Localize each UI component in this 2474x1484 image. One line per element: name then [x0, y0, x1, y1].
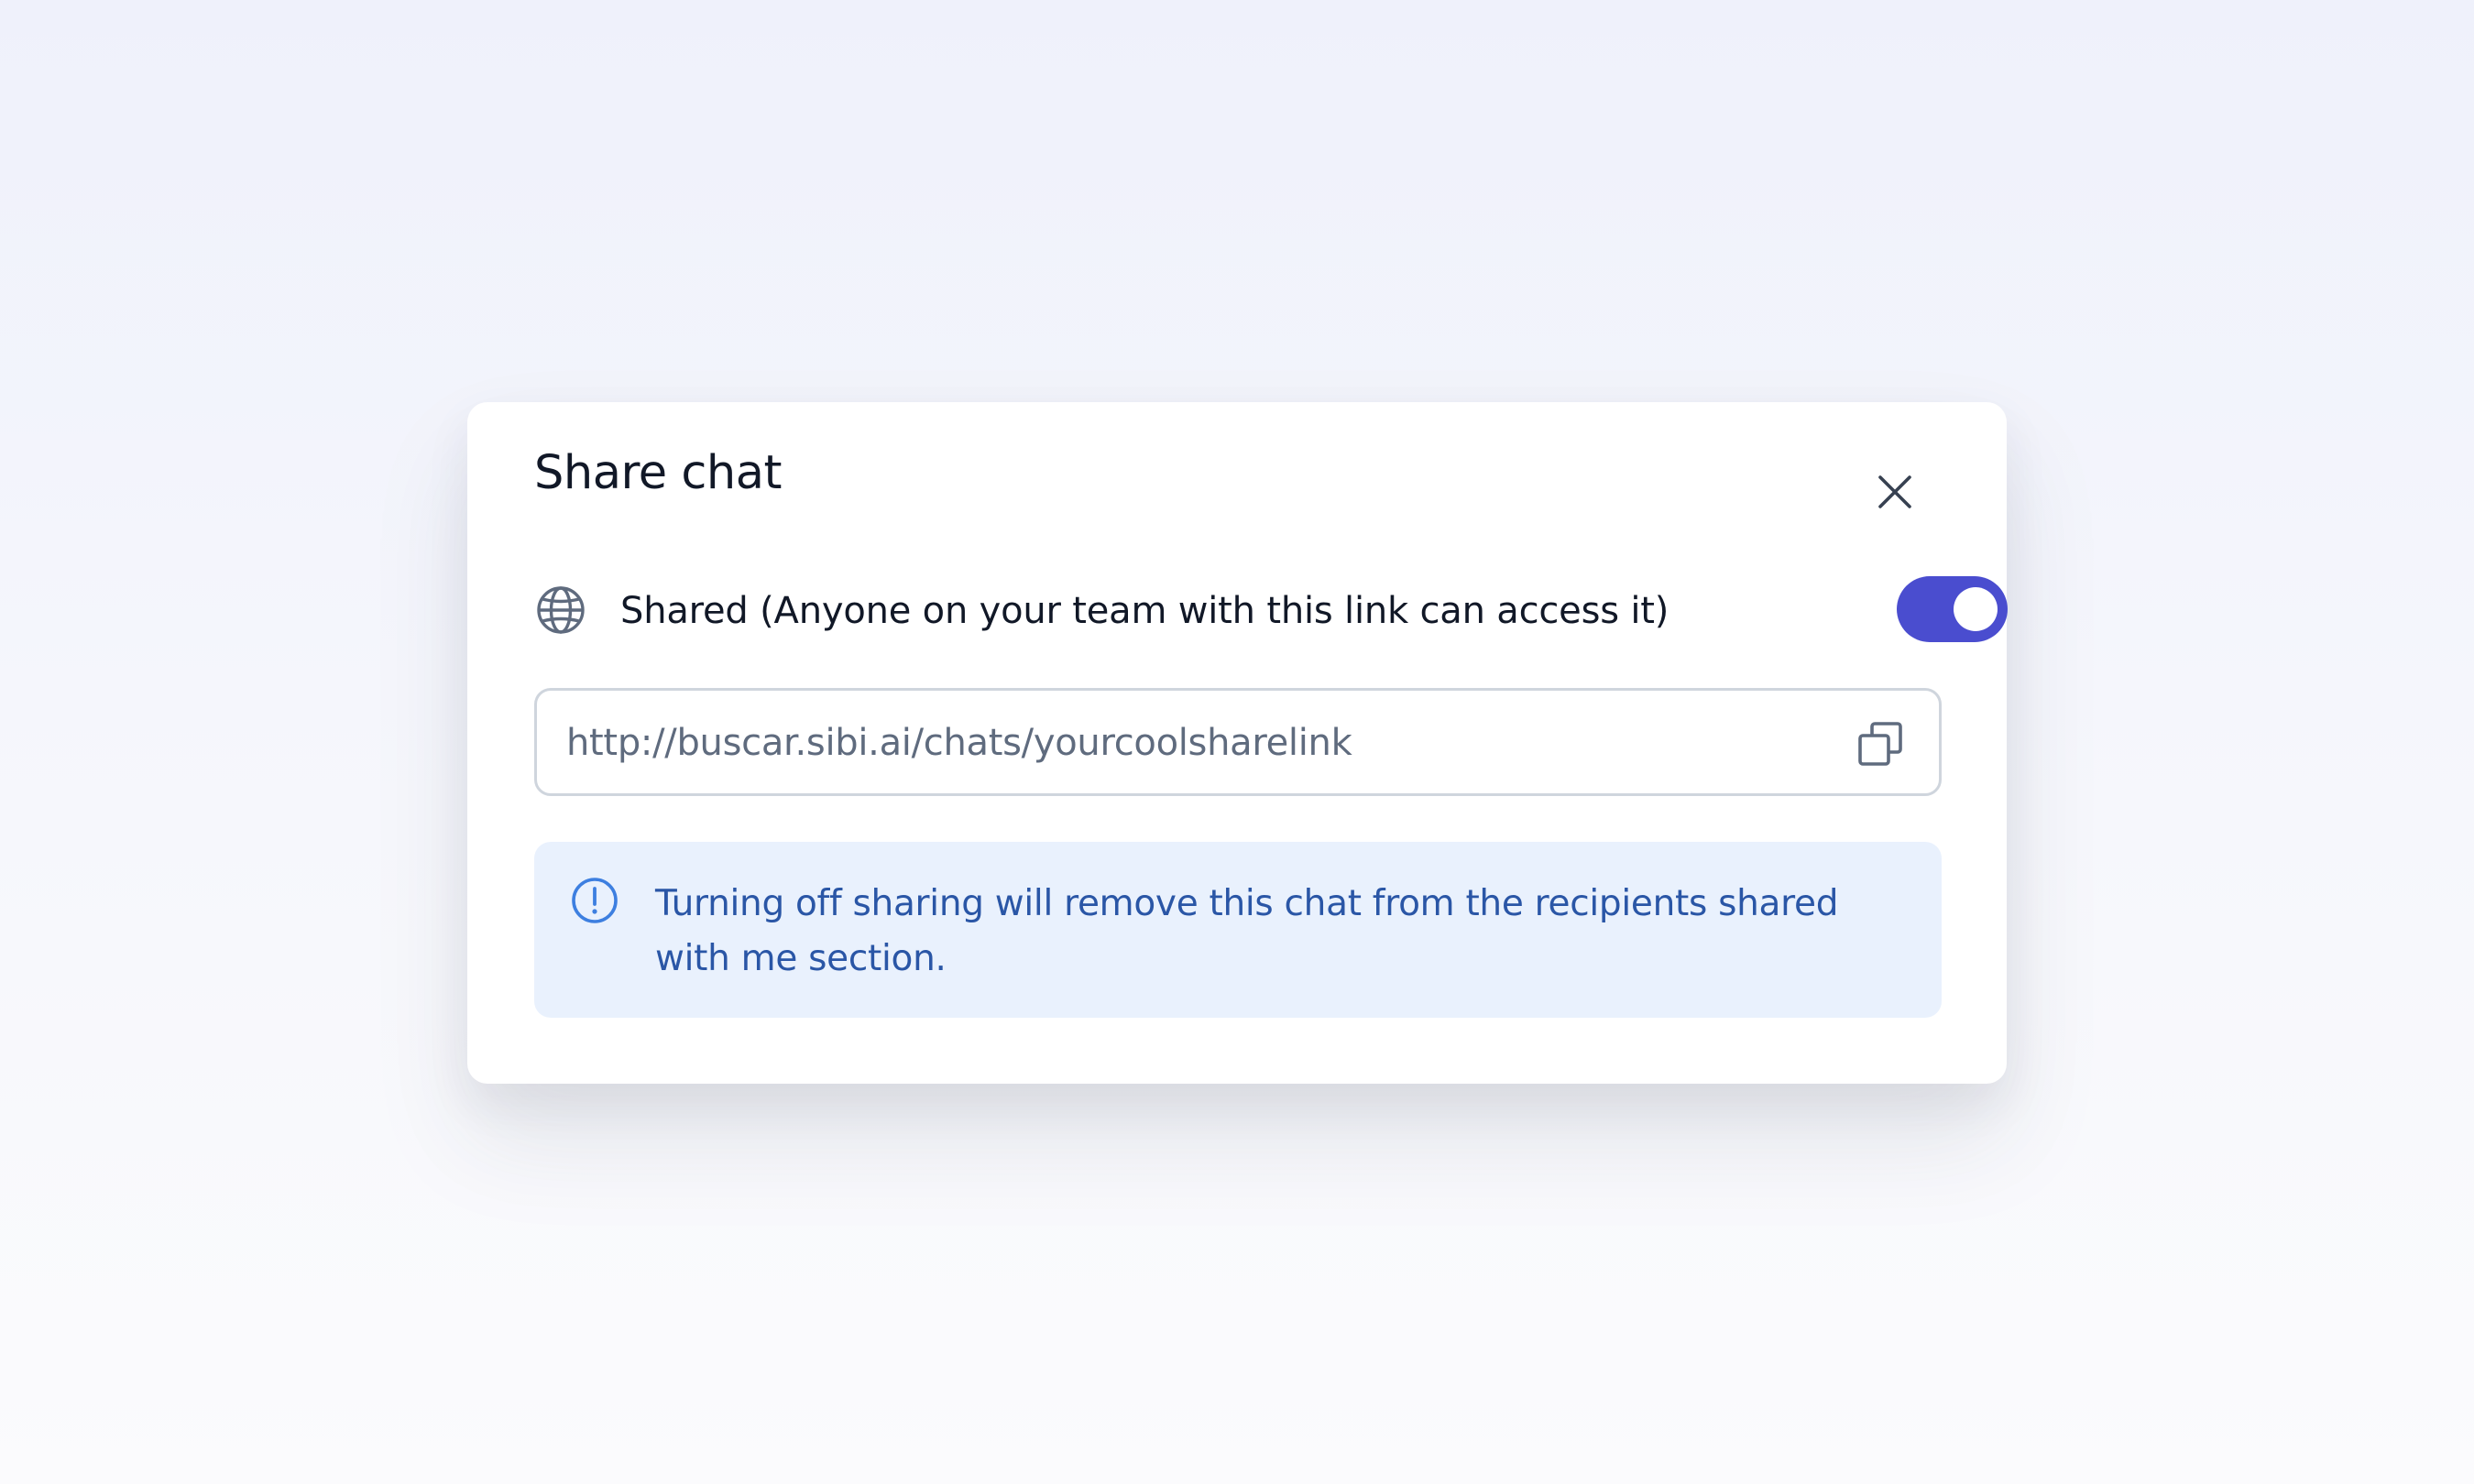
- toggle-knob: [1954, 587, 1998, 631]
- close-button[interactable]: [1869, 466, 1921, 518]
- sharing-toggle[interactable]: [1897, 576, 2008, 642]
- info-message: Turning off sharing will remove this cha…: [655, 883, 1839, 979]
- copy-icon: [1858, 722, 1902, 766]
- info-banner: Turning off sharing will remove this cha…: [534, 842, 1942, 1018]
- dialog-title: Share chat: [534, 446, 783, 500]
- sharing-row: Shared (Anyone on your team with this li…: [534, 576, 2008, 644]
- copy-link-button[interactable]: [1855, 718, 1906, 769]
- share-chat-dialog: Share chat Shared (Anyone on your team w…: [467, 402, 2008, 1084]
- share-link-field: [534, 688, 1942, 796]
- sharing-label: Shared (Anyone on your team with this li…: [620, 590, 1669, 632]
- alert-circle-icon: [572, 878, 618, 923]
- share-link-input[interactable]: [566, 718, 1831, 768]
- globe-icon: [537, 586, 585, 634]
- close-icon: [1878, 475, 1911, 508]
